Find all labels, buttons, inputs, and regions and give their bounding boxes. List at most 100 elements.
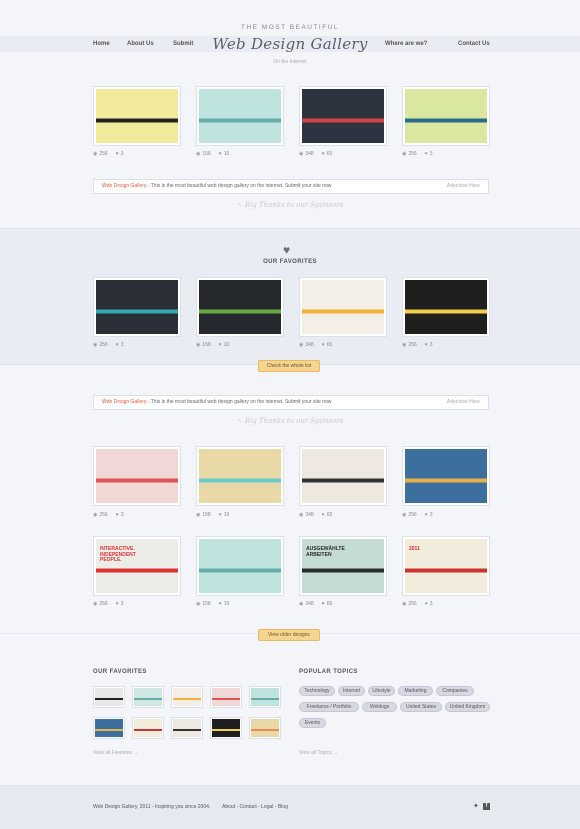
topic-tag[interactable]: Freelance / Portfolio	[299, 702, 359, 712]
views-count: 348	[305, 601, 314, 607]
heart-icon[interactable]: ♥	[425, 512, 428, 518]
thumb-stats: ◉ 158 ♥ 10	[196, 342, 229, 348]
facebook-icon[interactable]: f	[483, 803, 490, 810]
topic-tag[interactable]: Technology	[299, 686, 335, 696]
footer-links[interactable]: About - Contact - Legal - Blog	[222, 804, 288, 810]
heart-icon[interactable]: ♥	[425, 151, 428, 157]
nav-where[interactable]: Where are we?	[385, 41, 427, 47]
gallery-thumb[interactable]	[299, 86, 387, 146]
small-thumb[interactable]	[132, 717, 164, 739]
thumb-caption: AUSGEWÄHLTE ARBEITEN	[306, 546, 345, 558]
advertise-link[interactable]: Advertise Here	[447, 180, 480, 193]
gallery-thumb[interactable]: AUSGEWÄHLTE ARBEITEN	[299, 536, 387, 596]
gallery-thumb[interactable]	[299, 277, 387, 337]
nav-submit[interactable]: Submit	[173, 41, 193, 47]
screenshot-image	[251, 688, 279, 706]
likes-count: 3	[120, 151, 124, 157]
topic-tag[interactable]: United Kingdom	[445, 702, 490, 712]
gallery-thumb[interactable]	[93, 446, 181, 506]
likes-count: 3	[120, 342, 124, 348]
small-thumb[interactable]	[210, 686, 242, 708]
view-all-topics-link[interactable]: View all Topics →	[299, 750, 338, 756]
eye-icon: ◉	[299, 512, 304, 518]
heart-icon[interactable]: ♥	[425, 342, 428, 348]
eye-icon: ◉	[196, 512, 201, 518]
small-thumb[interactable]	[93, 686, 125, 708]
small-thumb[interactable]	[93, 717, 125, 739]
heart-icon[interactable]: ♥	[322, 151, 325, 157]
small-thumb[interactable]	[132, 686, 164, 708]
topic-tag[interactable]: Weblogs	[362, 702, 397, 712]
screenshot-image	[95, 719, 123, 737]
screenshot-image	[405, 280, 487, 334]
ad-brand-link[interactable]: Web Design Gallery	[102, 399, 146, 405]
views-count: 256	[408, 151, 417, 157]
ad-brand-link[interactable]: Web Design Gallery	[102, 183, 146, 189]
topic-tag[interactable]: Events	[299, 718, 326, 728]
heart-icon[interactable]: ♥	[116, 151, 119, 157]
screenshot-image	[212, 688, 240, 706]
eye-icon: ◉	[299, 151, 304, 157]
gallery-thumb[interactable]: 2011	[402, 536, 490, 596]
check-whole-list-button[interactable]: Check the whole list	[258, 360, 320, 372]
heart-icon[interactable]: ♥	[219, 151, 222, 157]
ad-bar[interactable]: Web Design Gallery - This is the most be…	[93, 179, 489, 194]
nav-about[interactable]: About Us	[127, 41, 154, 47]
heart-icon[interactable]: ♥	[322, 601, 325, 607]
thumb-stats: ◉ 256 ♥ 3	[402, 151, 432, 157]
small-thumb[interactable]	[171, 717, 203, 739]
nav-contact[interactable]: Contact Us	[458, 41, 490, 47]
gallery-thumb[interactable]	[299, 446, 387, 506]
gallery-thumb[interactable]	[402, 86, 490, 146]
heart-icon[interactable]: ♥	[219, 512, 222, 518]
view-all-favorites-link[interactable]: View all Favorites →	[93, 750, 138, 756]
twitter-icon[interactable]: ✦	[473, 803, 480, 810]
screenshot-image	[96, 89, 178, 143]
tagline-top: THE MOST BEAUTIFUL	[240, 24, 340, 31]
small-thumb[interactable]	[249, 717, 281, 739]
gallery-thumb[interactable]: INTERACTIVE. INDEPENDENT PEOPLE.	[93, 536, 181, 596]
heart-icon[interactable]: ♥	[116, 601, 119, 607]
thumb-stats: ◉ 256 ♥ 3	[93, 601, 123, 607]
topic-tag[interactable]: Lifestyle	[368, 686, 395, 696]
eye-icon: ◉	[196, 151, 201, 157]
small-thumb[interactable]	[210, 717, 242, 739]
gallery-thumb[interactable]	[196, 536, 284, 596]
heart-icon[interactable]: ♥	[322, 512, 325, 518]
gallery-thumb[interactable]	[93, 86, 181, 146]
topic-tag[interactable]: United States	[400, 702, 442, 712]
site-logo[interactable]: Web Design Gallery	[0, 35, 580, 53]
favorites-title: OUR FAVORITES	[263, 259, 317, 265]
advertise-link[interactable]: Advertise Here	[447, 396, 480, 409]
heart-icon[interactable]: ♥	[322, 342, 325, 348]
views-count: 256	[99, 151, 108, 157]
view-older-designs-button[interactable]: View older designs	[258, 629, 320, 641]
footer-copyright: Web Design Gallery, 2011 - Inspiring you…	[93, 804, 211, 810]
heart-icon[interactable]: ♥	[116, 342, 119, 348]
small-thumb[interactable]	[171, 686, 203, 708]
gallery-thumb[interactable]	[196, 277, 284, 337]
screenshot-image	[212, 719, 240, 737]
eye-icon: ◉	[196, 342, 201, 348]
gallery-thumb[interactable]	[93, 277, 181, 337]
screenshot-image	[173, 719, 201, 737]
ad-bar[interactable]: Web Design Gallery - This is the most be…	[93, 395, 489, 410]
screenshot-image	[199, 280, 281, 334]
heart-icon[interactable]: ♥	[219, 342, 222, 348]
heart-icon[interactable]: ♥	[219, 601, 222, 607]
topic-tag[interactable]: Marketing	[398, 686, 433, 696]
heart-icon[interactable]: ♥	[425, 601, 428, 607]
nav-home[interactable]: Home	[93, 41, 110, 47]
thumb-caption: 2011	[409, 546, 420, 552]
thumb-stats: ◉ 256 ♥ 3	[93, 512, 123, 518]
gallery-thumb[interactable]	[196, 86, 284, 146]
gallery-thumb[interactable]	[402, 277, 490, 337]
topic-tag[interactable]: Internet	[338, 686, 365, 696]
topic-tag[interactable]: Companies	[436, 686, 474, 696]
small-thumb[interactable]	[249, 686, 281, 708]
heart-icon[interactable]: ♥	[116, 512, 119, 518]
screenshot-image	[302, 280, 384, 334]
gallery-thumb[interactable]	[402, 446, 490, 506]
arrow-right-icon: →	[333, 750, 339, 756]
gallery-thumb[interactable]	[196, 446, 284, 506]
